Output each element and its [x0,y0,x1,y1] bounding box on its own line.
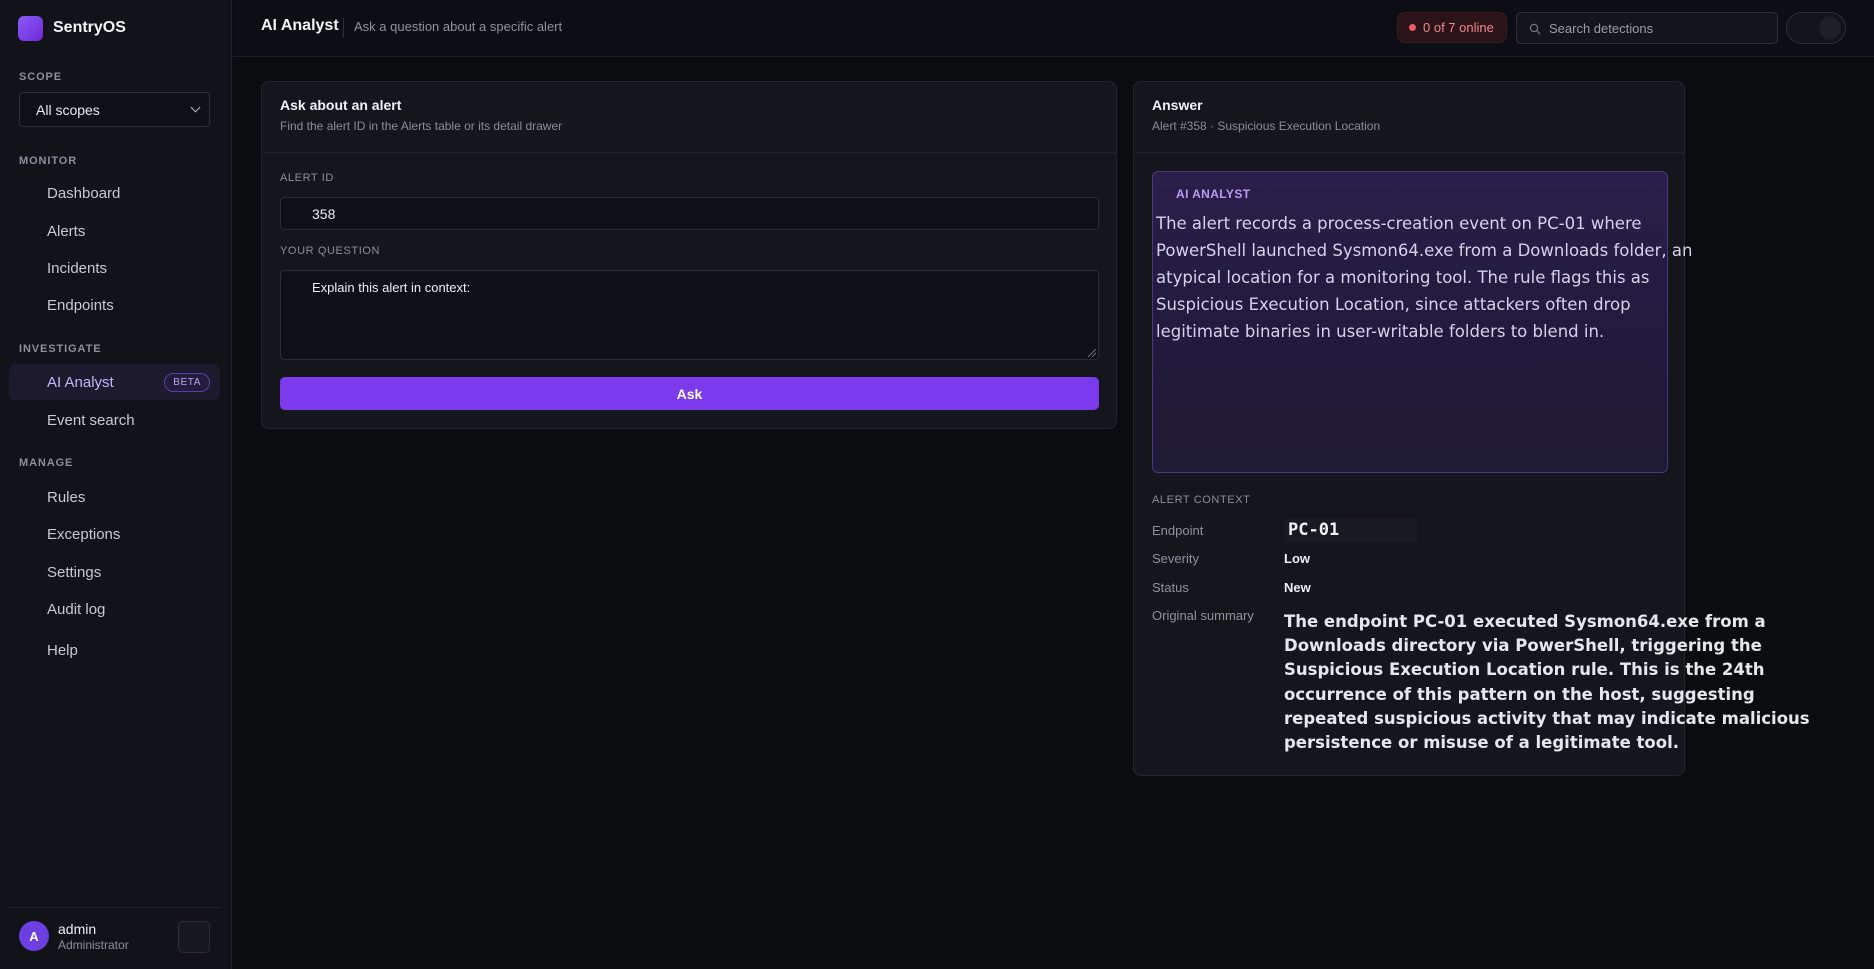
beta-badge: BETA [164,373,210,392]
user-role: Administrator [58,938,129,952]
sidebar-item-label: AI Analyst [47,373,114,391]
sidebar-item-label: Rules [47,488,86,506]
sidebar-item-label: Audit log [47,600,106,618]
sidebar-item-dashboard[interactable]: Dashboard [9,175,220,211]
online-status-text: 0 of 7 online [1423,20,1494,35]
manage-section-label: MANAGE [19,457,74,469]
ask-card: Ask about an alert Find the alert ID in … [261,81,1117,429]
search-box[interactable] [1516,12,1778,44]
endpoint-key: Endpoint [1152,523,1204,538]
ask-card-subtitle: Find the alert ID in the Alerts table or… [280,119,563,133]
user-menu-button[interactable] [178,921,210,953]
search-icon [1529,23,1541,35]
sidebar-item-event-search[interactable]: Event search [9,402,220,438]
sidebar-item-label: Endpoints [47,296,114,314]
user-name: admin [58,921,97,937]
severity-value: Low [1284,551,1310,566]
summary-key: Original summary [1152,608,1254,623]
answer-card-subtitle: Alert #358 · Suspicious Execution Locati… [1152,119,1381,133]
sidebar-item-endpoints[interactable]: Endpoints [9,287,220,323]
sidebar-item-exceptions[interactable]: Exceptions [9,516,220,552]
monitor-section-label: MONITOR [19,155,78,167]
title-divider [343,18,344,38]
ai-analyst-label: AI ANALYST [1176,187,1251,201]
severity-key: Severity [1152,551,1199,566]
sidebar-item-label: Event search [47,411,135,429]
investigate-section-label: INVESTIGATE [19,343,102,355]
ai-answer-text: The alert records a process-creation eve… [1156,214,1693,341]
sidebar-item-label: Settings [47,563,102,581]
answer-card-title: Answer [1152,97,1203,113]
sidebar-item-label: Help [47,641,78,659]
online-status-badge[interactable]: 0 of 7 online [1397,12,1507,43]
scope-select-value: All scopes [36,101,100,118]
status-dot-icon [1409,24,1416,31]
brand[interactable]: SentryOS [18,14,126,42]
sidebar: SentryOS SCOPE All scopes MONITOR Dashbo… [0,0,232,969]
page-title: AI Analyst [261,17,339,34]
sidebar-item-audit-log[interactable]: Audit log [9,591,220,627]
toggle-knob [1819,17,1841,39]
scope-select[interactable]: All scopes [19,92,210,127]
sidebar-item-incidents[interactable]: Incidents [9,250,220,286]
sidebar-item-label: Alerts [47,222,86,240]
scope-section-label: SCOPE [19,71,63,83]
summary-value: The endpoint PC-01 executed Sysmon64.exe… [1284,612,1810,753]
sidebar-item-label: Exceptions [47,525,121,543]
sidebar-item-ai-analyst[interactable]: AI Analyst BETA [9,364,220,400]
ask-card-title: Ask about an alert [280,97,402,113]
search-input[interactable] [1549,20,1769,36]
sidebar-item-rules[interactable]: Rules [9,479,220,515]
status-value: New [1284,580,1311,595]
sidebar-item-help[interactable]: Help [9,632,220,668]
alert-id-input[interactable]: 358 [280,197,1099,230]
sidebar-item-alerts[interactable]: Alerts [9,213,220,249]
alert-id-value: 358 [312,205,336,222]
alert-id-label: ALERT ID [280,172,334,184]
endpoint-value: PC-01 [1284,518,1418,542]
sidebar-divider [9,907,220,908]
page-subtitle: Ask a question about a specific alert [354,19,563,34]
resize-grip-icon[interactable] [1088,349,1096,357]
question-value: Explain this alert in context: [312,280,471,295]
question-textarea[interactable]: Explain this alert in context: [280,270,1099,360]
answer-card-header: Answer Alert #358 · Suspicious Execution… [1134,82,1684,153]
sidebar-item-settings[interactable]: Settings [9,554,220,590]
status-key: Status [1152,580,1189,595]
alert-context-label: ALERT CONTEXT [1152,494,1251,506]
question-label: YOUR QUESTION [280,245,381,257]
topbar: AI Analyst Ask a question about a specif… [233,0,1874,57]
brand-logo-icon [18,15,43,41]
theme-toggle[interactable] [1786,12,1846,44]
chevron-down-icon [190,102,201,113]
avatar[interactable]: A [19,921,49,951]
ask-card-header: Ask about an alert Find the alert ID in … [262,82,1116,153]
ask-button[interactable]: Ask [280,377,1099,410]
answer-card: Answer Alert #358 · Suspicious Execution… [1133,81,1810,776]
sidebar-item-label: Dashboard [47,184,121,202]
brand-name: SentryOS [53,19,126,36]
sidebar-item-label: Incidents [47,259,108,277]
